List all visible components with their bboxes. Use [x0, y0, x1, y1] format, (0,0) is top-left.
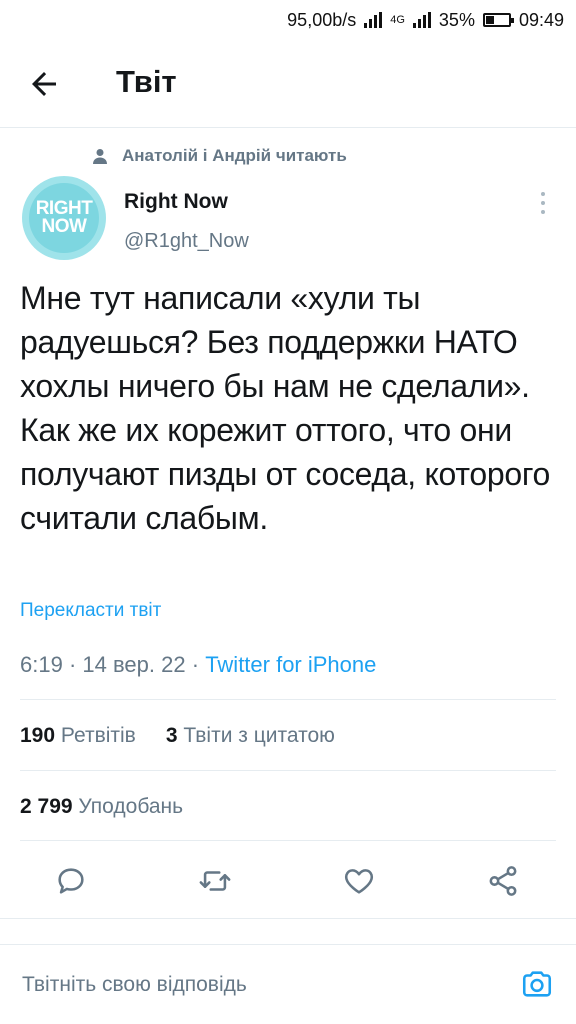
- social-context: Анатолій і Андрій читають: [92, 146, 347, 166]
- meta-separator: ·: [191, 652, 206, 677]
- meta-separator: ·: [68, 652, 83, 677]
- likes-stats: 2 799 Уподобань: [20, 795, 183, 819]
- network-type: 4G: [390, 14, 405, 26]
- likes-label: Уподобань: [78, 795, 184, 818]
- tweet-meta: 6:19 · 14 вер. 22 · Twitter for iPhone: [20, 652, 376, 678]
- author-name[interactable]: Right Now: [124, 190, 228, 214]
- divider: [20, 699, 556, 700]
- retweets-label: Ретвітів: [60, 724, 136, 747]
- tweet-actions: [0, 856, 576, 906]
- status-bar: 95,00b/s 4G 35% 09:49: [0, 0, 576, 40]
- reply-input[interactable]: Твітніть свою відповідь: [22, 973, 247, 997]
- more-options-icon[interactable]: [536, 190, 550, 216]
- camera-icon[interactable]: [520, 967, 554, 1001]
- page-title: Твіт: [116, 64, 177, 99]
- person-icon: [93, 149, 107, 164]
- reply-bar: Твітніть свою відповідь: [0, 944, 576, 1024]
- divider: [20, 840, 556, 841]
- social-context-text: Анатолій і Андрій читають: [122, 146, 347, 165]
- signal-icon-2: [412, 12, 431, 28]
- reply-icon[interactable]: [54, 864, 88, 898]
- likes-stat[interactable]: 2 799 Уподобань: [20, 795, 183, 819]
- tweet-date: 14 вер. 22: [82, 652, 186, 677]
- translate-tweet-link[interactable]: Перекласти твіт: [20, 600, 161, 622]
- retweet-icon[interactable]: [198, 864, 232, 898]
- signal-icon: [364, 12, 383, 28]
- retweets-stat[interactable]: 190 Ретвітів: [20, 724, 136, 748]
- avatar-text-line2: NOW: [41, 216, 87, 237]
- quotes-label: Твіти з цитатою: [183, 724, 335, 747]
- header-bar: Твіт: [0, 40, 576, 128]
- quotes-stat[interactable]: 3 Твіти з цитатою: [166, 724, 335, 748]
- like-heart-icon[interactable]: [342, 864, 376, 898]
- quotes-count: 3: [165, 724, 178, 747]
- share-icon[interactable]: [486, 864, 520, 898]
- tweet-source-link[interactable]: Twitter for iPhone: [205, 652, 376, 677]
- battery-percent: 35%: [438, 9, 475, 30]
- clock: 09:49: [518, 9, 564, 30]
- author-handle[interactable]: @R1ght_Now: [124, 230, 249, 253]
- retweets-count: 190: [20, 724, 56, 747]
- divider: [0, 918, 576, 919]
- divider: [20, 770, 556, 771]
- network-speed: 95,00b/s: [287, 9, 357, 30]
- avatar[interactable]: RIGHT NOW: [22, 176, 106, 260]
- tweet-text: Мне тут написали «хули ты радуешься? Без…: [20, 280, 550, 536]
- engagement-stats: 190 Ретвітів 3 Твіти з цитатою: [20, 724, 335, 748]
- battery-icon: [482, 13, 514, 27]
- back-arrow-icon[interactable]: [26, 66, 62, 102]
- tweet-time: 6:19: [20, 652, 63, 677]
- likes-count: 2 799: [20, 795, 73, 818]
